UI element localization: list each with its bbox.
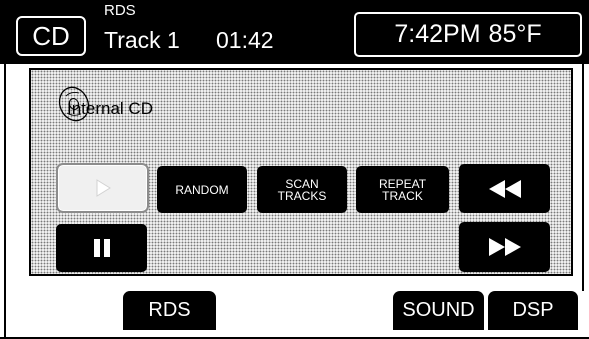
dsp-softkey-label: DSP [512, 299, 554, 321]
random-button[interactable]: RANDOM [157, 166, 247, 213]
repeat-track-label-line1: REPEAT [378, 176, 427, 191]
outside-temperature: 85°F [488, 20, 542, 48]
play-button[interactable] [56, 163, 149, 213]
left-frame-line [4, 64, 6, 337]
sound-softkey-label: SOUND [402, 299, 475, 321]
rds-softkey[interactable]: RDS [123, 291, 216, 330]
radio-display: CD RDS Track 1 01:42 7:42PM 85°F Interna… [0, 0, 589, 339]
scan-tracks-button[interactable]: SCAN TRACKS [257, 166, 347, 213]
pause-icon [93, 239, 110, 257]
right-frame-line [582, 64, 584, 291]
elapsed-time: 01:42 [216, 27, 274, 53]
fast-forward-button[interactable] [459, 222, 550, 272]
rds-softkey-label: RDS [148, 299, 191, 321]
clock-time: 7:42PM [394, 20, 481, 48]
sound-softkey[interactable]: SOUND [393, 291, 484, 330]
scan-tracks-label-line1: SCAN [285, 176, 319, 191]
scan-tracks-label-line2: TRACKS [277, 188, 327, 203]
pause-button[interactable] [56, 224, 147, 272]
rewind-button[interactable] [459, 164, 550, 213]
source-badge[interactable]: CD [16, 16, 86, 56]
clock-temperature-box: 7:42PM 85°F [354, 12, 582, 57]
rds-indicator: RDS [104, 2, 136, 19]
status-bar: CD RDS Track 1 01:42 7:42PM 85°F [0, 0, 589, 64]
rewind-icon [488, 179, 521, 198]
repeat-track-label-line2: TRACK [382, 188, 423, 203]
source-name: Internal CD [67, 99, 153, 118]
dsp-softkey[interactable]: DSP [488, 291, 578, 330]
track-number: Track 1 [104, 27, 180, 53]
repeat-track-button[interactable]: REPEAT TRACK [356, 166, 449, 213]
random-label: RANDOM [175, 182, 229, 197]
fast-forward-icon [488, 238, 521, 256]
play-icon [96, 179, 111, 197]
